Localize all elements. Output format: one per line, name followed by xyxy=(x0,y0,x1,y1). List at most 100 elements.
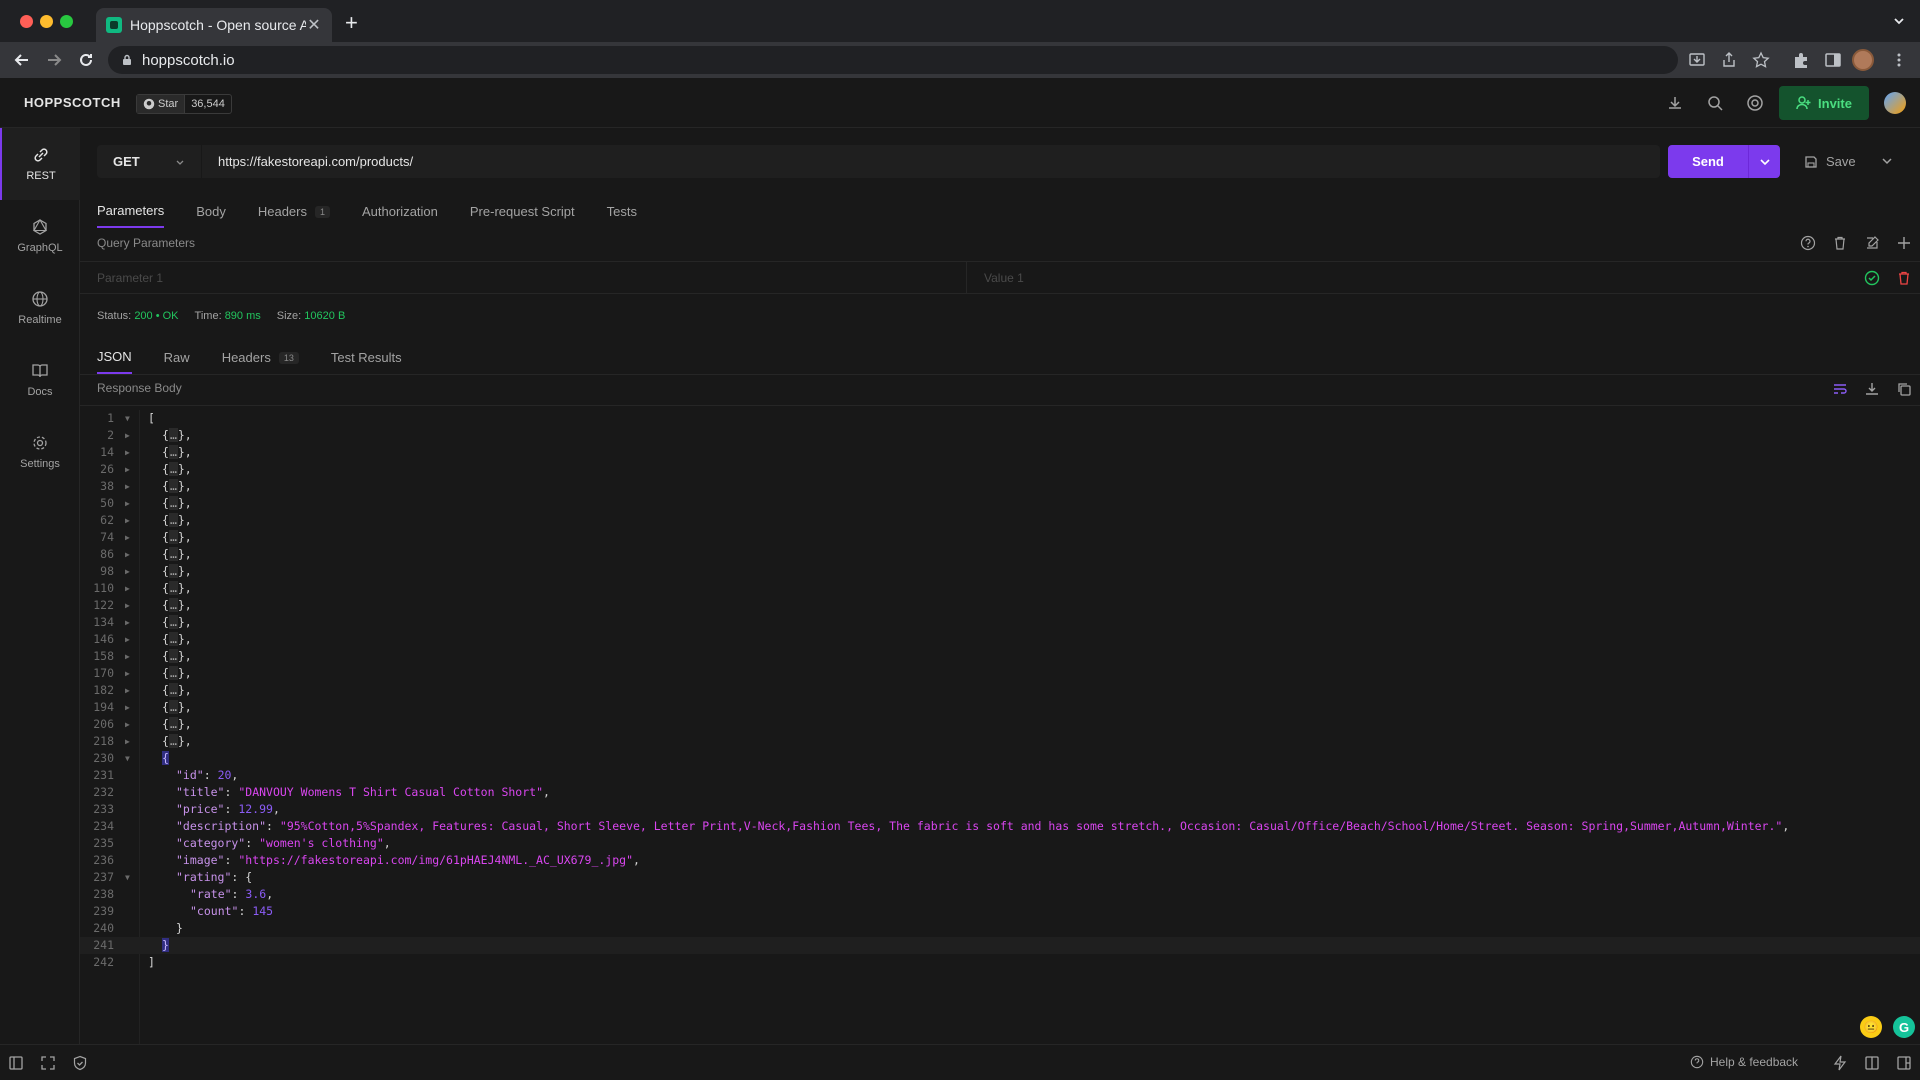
add-param-icon[interactable] xyxy=(1896,235,1912,251)
grammarly-icon[interactable]: G xyxy=(1893,1016,1915,1038)
expand-fold-icon[interactable]: ▶ xyxy=(125,580,130,597)
expand-fold-icon[interactable]: ▶ xyxy=(125,648,130,665)
code-line-collapsed[interactable]: 86 ▶ {…}, xyxy=(80,546,1920,563)
tab-close-icon[interactable]: ✕ xyxy=(306,15,322,35)
expand-fold-icon[interactable]: ▶ xyxy=(125,461,130,478)
support-lifebuoy-icon[interactable] xyxy=(1746,94,1764,112)
code-line-collapsed[interactable]: 122 ▶ {…}, xyxy=(80,597,1920,614)
shortcuts-lightning-icon[interactable] xyxy=(1832,1055,1848,1071)
tab-search-chevron-icon[interactable] xyxy=(1892,14,1906,28)
param-key-input[interactable]: Parameter 1 xyxy=(97,271,163,285)
download-app-icon[interactable] xyxy=(1666,94,1684,112)
sidebar-item-settings[interactable]: Settings xyxy=(0,416,80,488)
code-line-collapsed[interactable]: 110 ▶ {…}, xyxy=(80,580,1920,597)
code-line-collapsed[interactable]: 170 ▶ {…}, xyxy=(80,665,1920,682)
expand-fold-icon[interactable]: ▶ xyxy=(125,563,130,580)
user-avatar[interactable] xyxy=(1884,92,1906,114)
search-icon[interactable] xyxy=(1706,94,1724,112)
code-line-collapsed[interactable]: 218 ▶ {…}, xyxy=(80,733,1920,750)
method-select[interactable]: GET xyxy=(97,145,201,178)
expand-fold-icon[interactable]: ▶ xyxy=(125,699,130,716)
param-enabled-check-icon[interactable] xyxy=(1864,270,1880,286)
sidebar-item-rest[interactable]: REST xyxy=(0,128,80,200)
window-minimize-button[interactable] xyxy=(40,15,53,28)
code-line-collapsed[interactable]: 194 ▶ {…}, xyxy=(80,699,1920,716)
code-line-collapsed[interactable]: 38 ▶ {…}, xyxy=(80,478,1920,495)
wrap-lines-icon[interactable] xyxy=(1832,381,1848,397)
toggle-sidebar-icon[interactable] xyxy=(8,1055,24,1071)
bulk-edit-icon[interactable] xyxy=(1864,235,1880,251)
code-line-collapsed[interactable]: 74 ▶ {…}, xyxy=(80,529,1920,546)
help-feedback-button[interactable]: Help & feedback xyxy=(1690,1055,1798,1069)
url-input[interactable]: https://fakestoreapi.com/products/ xyxy=(202,145,1660,178)
code-line-collapsed[interactable]: 146 ▶ {…}, xyxy=(80,631,1920,648)
code-line-collapsed[interactable]: 62 ▶ {…}, xyxy=(80,512,1920,529)
json-response-editor[interactable]: 1 ▼[ 2 ▶ {…}, 14 ▶ {…}, 26 ▶ {…}, 38 ▶ {…}, 50 ▶ {…}, 62… xyxy=(80,410,1920,1044)
code-line-collapsed[interactable]: 182 ▶ {…}, xyxy=(80,682,1920,699)
layout-panel-icon[interactable] xyxy=(1896,1055,1912,1071)
expand-fold-icon[interactable]: ▶ xyxy=(125,597,130,614)
tab-parameters[interactable]: Parameters xyxy=(97,203,165,228)
expand-fold-icon[interactable]: ▶ xyxy=(125,529,130,546)
window-close-button[interactable] xyxy=(20,15,33,28)
code-line-collapsed[interactable]: 134 ▶ {…}, xyxy=(80,614,1920,631)
tab-response-headers[interactable]: Headers 13 xyxy=(222,349,299,374)
tab-json[interactable]: JSON xyxy=(97,349,132,374)
code-line-collapsed[interactable]: 26 ▶ {…}, xyxy=(80,461,1920,478)
code-line-collapsed[interactable]: 50 ▶ {…}, xyxy=(80,495,1920,512)
extensions-icon[interactable] xyxy=(1792,51,1810,69)
expand-fold-icon[interactable]: ▶ xyxy=(125,614,130,631)
trash-icon[interactable] xyxy=(1832,235,1848,251)
back-icon[interactable] xyxy=(12,50,32,70)
browser-tab[interactable]: Hoppscotch - Open source API ✕ xyxy=(96,8,332,42)
invite-button[interactable]: Invite xyxy=(1779,86,1869,120)
save-options-chevron-icon[interactable] xyxy=(1880,154,1894,168)
tab-authorization[interactable]: Authorization xyxy=(362,203,438,228)
copy-icon[interactable] xyxy=(1896,381,1912,397)
expand-fold-icon[interactable]: ▶ xyxy=(125,733,130,750)
code-line-collapsed[interactable]: 14 ▶ {…}, xyxy=(80,444,1920,461)
expand-fold-icon[interactable]: ▶ xyxy=(125,716,130,733)
tab-raw[interactable]: Raw xyxy=(164,349,190,374)
sidebar-item-docs[interactable]: Docs xyxy=(0,344,80,416)
expand-fold-icon[interactable]: ▶ xyxy=(125,631,130,648)
new-tab-icon[interactable]: + xyxy=(345,12,358,34)
browser-menu-icon[interactable] xyxy=(1890,51,1908,69)
window-zoom-button[interactable] xyxy=(60,15,73,28)
expand-fold-icon[interactable]: ▶ xyxy=(125,478,130,495)
tab-pre-request-script[interactable]: Pre-request Script xyxy=(470,203,575,228)
expand-fold-icon[interactable]: ▶ xyxy=(125,665,130,682)
tab-test-results[interactable]: Test Results xyxy=(331,349,402,374)
code-line-collapsed[interactable]: 206 ▶ {…}, xyxy=(80,716,1920,733)
feedback-emoji-icon[interactable]: 😐 xyxy=(1860,1016,1882,1038)
share-icon[interactable] xyxy=(1720,51,1738,69)
param-delete-icon[interactable] xyxy=(1896,270,1912,286)
forward-icon[interactable] xyxy=(44,50,64,70)
code-line-collapsed[interactable]: 158 ▶ {…}, xyxy=(80,648,1920,665)
code-line-collapsed[interactable]: 98 ▶ {…}, xyxy=(80,563,1920,580)
github-star-count[interactable]: 36,544 xyxy=(184,95,231,113)
reload-icon[interactable] xyxy=(76,50,96,70)
download-response-icon[interactable] xyxy=(1864,381,1880,397)
send-options-button[interactable] xyxy=(1748,145,1780,178)
sidebar-item-graphql[interactable]: GraphQL xyxy=(0,200,80,272)
address-bar[interactable]: hoppscotch.io xyxy=(108,46,1678,74)
expand-fold-icon[interactable]: ▶ xyxy=(125,546,130,563)
tab-headers[interactable]: Headers 1 xyxy=(258,203,330,228)
save-button[interactable]: Save xyxy=(1796,145,1892,178)
github-star-widget[interactable]: Star 36,544 xyxy=(136,94,232,114)
send-button[interactable]: Send xyxy=(1668,145,1780,178)
expand-fold-icon[interactable]: ▶ xyxy=(125,444,130,461)
bookmark-star-icon[interactable] xyxy=(1752,51,1770,69)
github-star-button[interactable]: Star xyxy=(137,95,185,113)
app-logo[interactable]: HOPPSCOTCH xyxy=(24,95,121,110)
expand-fold-icon[interactable]: ▶ xyxy=(125,512,130,529)
param-value-input[interactable]: Value 1 xyxy=(984,271,1024,285)
expand-fold-icon[interactable]: ▶ xyxy=(125,495,130,512)
tab-body[interactable]: Body xyxy=(196,203,226,228)
layout-columns-icon[interactable] xyxy=(1864,1055,1880,1071)
help-icon[interactable] xyxy=(1800,235,1816,251)
expand-fold-icon[interactable]: ▶ xyxy=(125,682,130,699)
browser-profile-avatar[interactable] xyxy=(1852,49,1874,71)
shield-check-icon[interactable] xyxy=(72,1055,88,1071)
